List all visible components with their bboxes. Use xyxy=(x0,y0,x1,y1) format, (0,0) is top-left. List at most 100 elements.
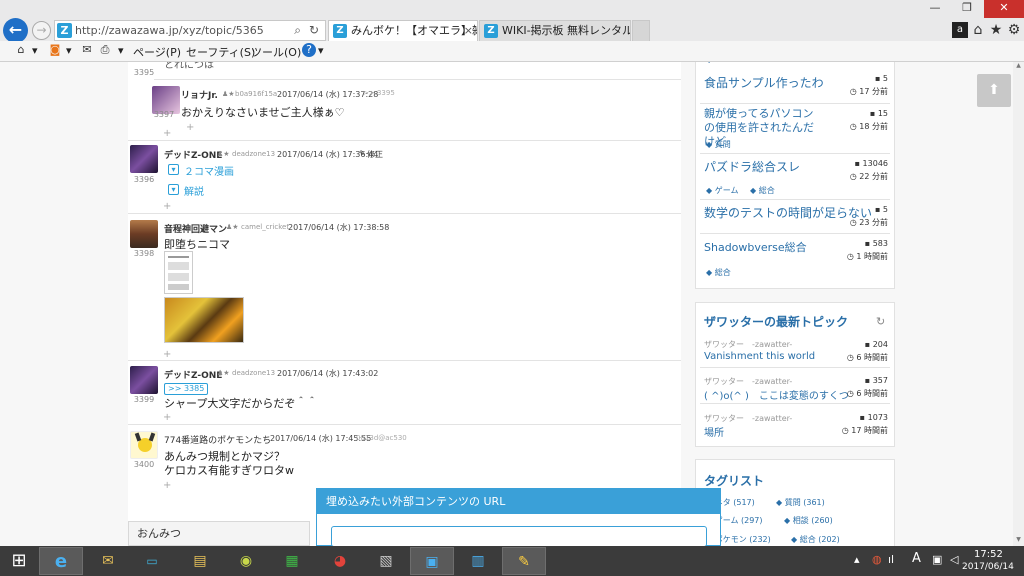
ime-indicator[interactable]: A xyxy=(912,551,921,566)
file-explorer-icon[interactable]: ▤ xyxy=(178,547,222,575)
user-icon: ♟★ xyxy=(217,369,230,377)
search-icon[interactable]: ⌕ xyxy=(294,23,301,38)
new-tab-button[interactable] xyxy=(632,20,650,41)
poster-name[interactable]: 音程神回避マン xyxy=(164,222,227,235)
home-icon[interactable]: ⌂ xyxy=(14,43,28,57)
avatar[interactable] xyxy=(130,431,158,459)
home-dropdown-icon[interactable]: ▾ xyxy=(32,44,38,57)
reply-plus-icon[interactable]: + xyxy=(163,349,171,360)
avatar[interactable] xyxy=(130,366,158,394)
onmitsu-tab[interactable]: おんみつ xyxy=(128,521,310,546)
internet-explorer-icon[interactable]: e xyxy=(39,547,83,575)
show-hidden-icons-icon[interactable]: ▴ xyxy=(854,553,860,566)
collapsible-link[interactable]: ２コマ漫画 xyxy=(184,163,234,178)
topic-title[interactable]: ( ^)o(^ ) ここは変態のすくつ xyxy=(704,387,849,402)
scroll-up-arrow-icon[interactable]: ▲ xyxy=(1013,62,1024,72)
topic-title[interactable]: パズドラ総合スレ xyxy=(704,158,800,175)
post-number: 3398 xyxy=(133,249,155,258)
settings-gear-icon[interactable]: ⚙ xyxy=(1006,22,1022,38)
clock-time[interactable]: 17:52 xyxy=(974,549,1003,560)
poster-name[interactable]: デッドZ-ONE xyxy=(164,368,222,381)
reply-plus-icon[interactable]: + xyxy=(163,412,171,423)
page-menu[interactable]: ページ(P) xyxy=(133,44,181,60)
reply-plus-icon[interactable]: + xyxy=(163,128,171,139)
avatar[interactable] xyxy=(130,145,158,173)
comment-icon: ▪ xyxy=(864,376,873,385)
paint-app-icon[interactable]: ✎ xyxy=(502,547,546,575)
tag-icon: ◆ xyxy=(791,535,800,544)
tools-menu[interactable]: ツール(O) xyxy=(251,44,301,60)
reply-anchor[interactable]: >> 3385 xyxy=(164,383,209,395)
topic-tag[interactable]: ◆ 質問 xyxy=(706,139,731,150)
help-icon[interactable]: ? xyxy=(302,43,316,57)
avatar[interactable] xyxy=(130,220,158,248)
media-player-icon[interactable]: ◉ xyxy=(224,547,268,575)
poster-id: deadzone13 xyxy=(232,150,276,158)
photos-app-icon[interactable]: ▣ xyxy=(410,547,454,575)
close-tab-icon[interactable]: × xyxy=(464,21,473,41)
expand-chevron-icon[interactable]: ▾ xyxy=(168,164,179,175)
tab-wiki[interactable]: Z WIKI-掲示板 無料レンタル za... xyxy=(479,20,631,41)
tab-minboke[interactable]: Z みんボケ！【オマエラ】雑談総... × xyxy=(328,20,478,41)
notepad-icon[interactable]: ▧ xyxy=(364,547,408,575)
network-signal-icon[interactable]: ıl xyxy=(888,553,894,566)
embed-url-input[interactable] xyxy=(331,526,707,546)
document-app-icon[interactable]: ▥ xyxy=(456,547,500,575)
mail-app-icon[interactable]: ✉ xyxy=(86,547,130,575)
address-bar[interactable]: Z http://zawazawa.jp/xyz/topic/5365 ⌕ ↻ xyxy=(54,20,326,41)
start-windows-icon[interactable]: ⊞ xyxy=(2,547,36,575)
topic-title[interactable]: 食品サンプル作ったわ xyxy=(704,74,824,91)
poster-name: 774番道路のポケモンたち xyxy=(164,436,272,446)
image-thumbnail[interactable] xyxy=(164,251,193,294)
print-icon[interactable]: ⎙ xyxy=(98,43,112,57)
divider xyxy=(128,360,681,361)
help-dropdown-icon[interactable]: ▾ xyxy=(318,44,324,57)
topic-tag[interactable]: ◆ 総合 xyxy=(706,267,731,278)
back-button[interactable]: ← xyxy=(3,18,28,43)
print-dropdown-icon[interactable]: ▾ xyxy=(118,44,124,57)
reply-plus-icon[interactable]: + xyxy=(163,480,171,491)
vertical-scrollbar[interactable]: ▲ ▼ xyxy=(1013,62,1024,546)
security-shield-icon[interactable]: ◍ xyxy=(872,553,882,566)
tag-link[interactable]: ◆ 相談 (260) xyxy=(784,515,833,526)
restore-button[interactable]: ❐ xyxy=(952,0,982,18)
tag-link[interactable]: ◆ 質問 (361) xyxy=(776,497,825,508)
comment-icon: ▪ xyxy=(864,239,873,248)
feed-dropdown-icon[interactable]: ▾ xyxy=(66,44,72,57)
collapsible-link[interactable]: 解説 xyxy=(184,183,204,198)
topic-title[interactable]: Shadowbverse総合 xyxy=(704,239,807,255)
amazon-icon[interactable]: a xyxy=(952,22,968,38)
reply-plus-icon[interactable]: + xyxy=(186,122,194,133)
topic-tag[interactable]: ◆ ゲーム xyxy=(706,185,738,196)
refresh-icon[interactable]: ↻ xyxy=(876,315,885,328)
minimize-button[interactable]: — xyxy=(920,0,950,18)
topic-tag[interactable]: ◆ 総合 xyxy=(750,185,775,196)
poster-name[interactable]: リョナJr. xyxy=(181,88,218,101)
store-icon[interactable]: ▦ xyxy=(270,547,314,575)
reply-anchor[interactable]: >> 3395 xyxy=(363,89,395,97)
forward-button[interactable]: → xyxy=(32,21,51,40)
home-icon[interactable]: ⌂ xyxy=(970,22,986,38)
post-body: シャープ大文字だからだぞ＾＾ xyxy=(164,397,318,410)
scroll-to-top-button[interactable]: ⬆ xyxy=(977,74,1011,107)
close-window-button[interactable]: ✕ xyxy=(984,0,1024,18)
poster-name[interactable]: デッドZ-ONE xyxy=(164,148,222,161)
expand-chevron-icon[interactable]: ▾ xyxy=(168,184,179,195)
chrome-icon[interactable]: ◕ xyxy=(318,547,362,575)
volume-icon[interactable]: ◁ xyxy=(950,553,958,566)
scroll-down-arrow-icon[interactable]: ▼ xyxy=(1013,536,1024,546)
mail-icon[interactable]: ✉ xyxy=(80,43,94,57)
safety-menu[interactable]: セーフティ(S) xyxy=(186,44,255,60)
favorites-star-icon[interactable]: ★ xyxy=(988,22,1004,38)
poster-id: 0813d@ac530 xyxy=(356,434,407,442)
clip-app-icon[interactable]: ▭ xyxy=(130,547,174,575)
topic-title[interactable]: Vanishment this world xyxy=(704,351,815,362)
topic-title[interactable]: 場所 xyxy=(704,424,724,439)
refresh-icon[interactable]: ↻ xyxy=(309,23,319,37)
image-thumbnail[interactable] xyxy=(164,297,244,343)
rss-feed-icon[interactable]: ◙ xyxy=(48,43,62,57)
tag-link[interactable]: ◆ 総合 (202) xyxy=(791,534,840,545)
action-center-icon[interactable]: ▣ xyxy=(932,553,942,566)
clock-date[interactable]: 2017/06/14 xyxy=(962,562,1014,572)
reply-plus-icon[interactable]: + xyxy=(163,201,171,212)
